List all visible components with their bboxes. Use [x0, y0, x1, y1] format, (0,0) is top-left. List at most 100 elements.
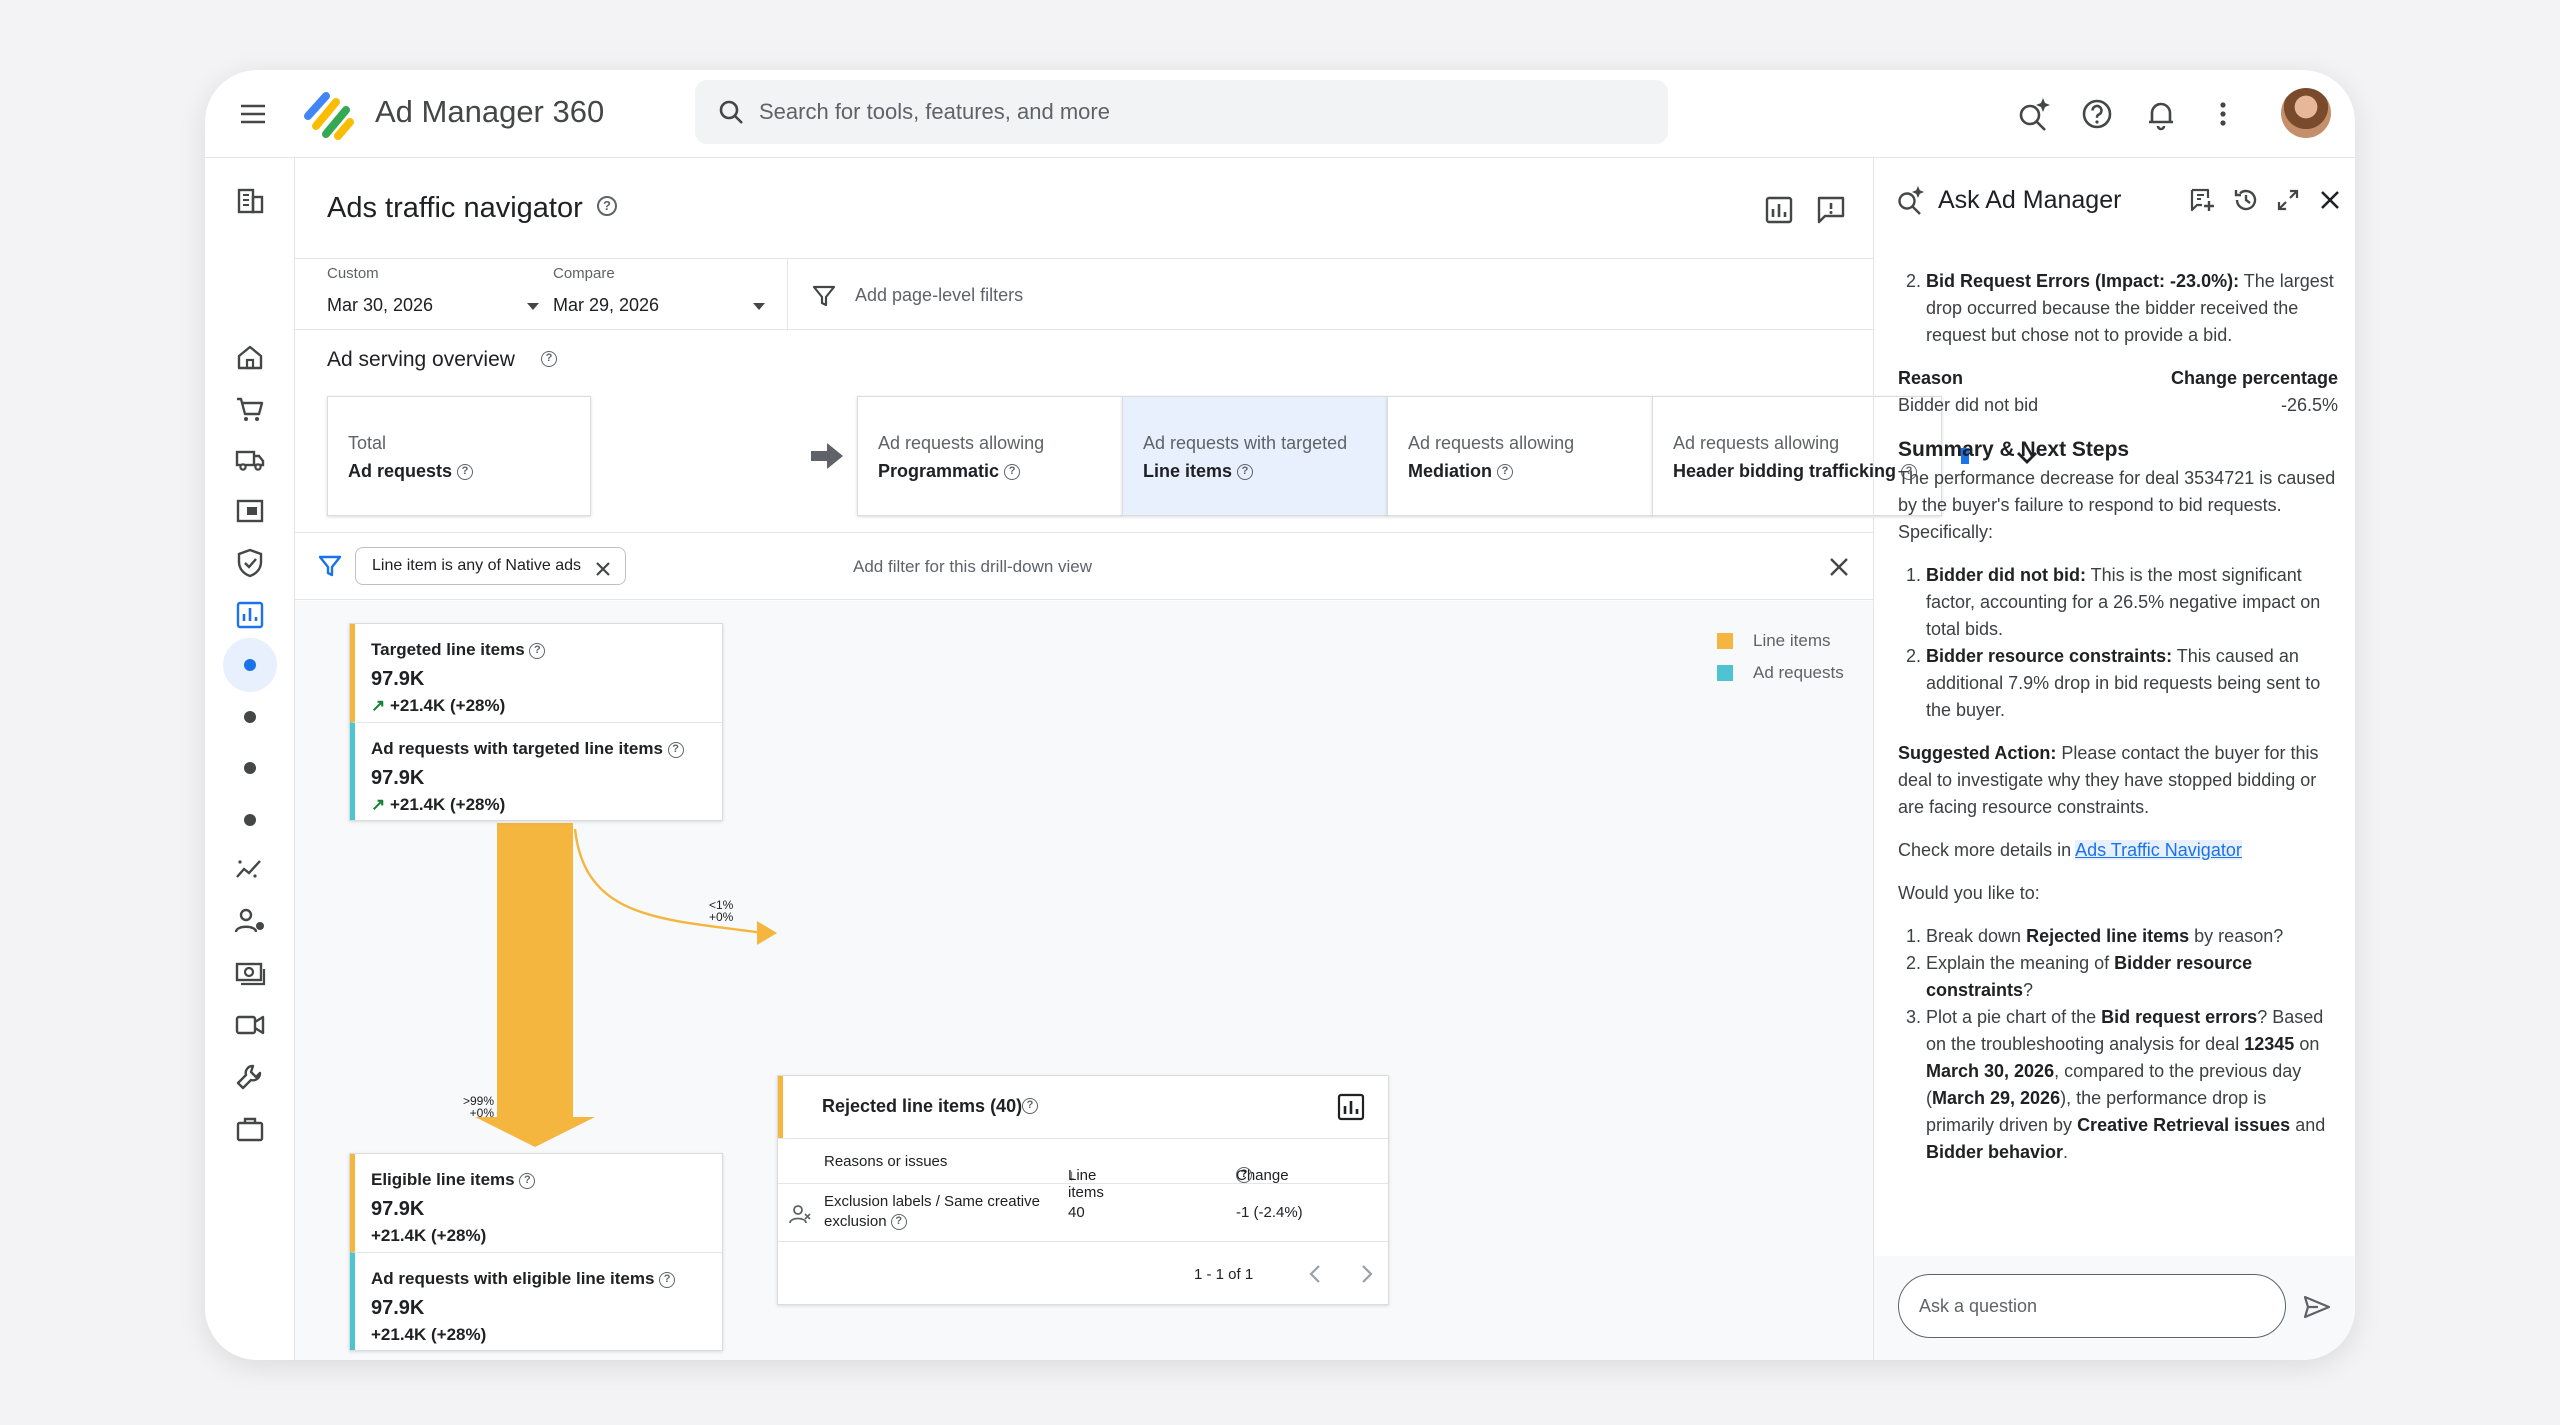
ask-question-input[interactable]: [1898, 1274, 2286, 1338]
more-vertical-icon[interactable]: [2203, 94, 2243, 134]
reason-cell: Exclusion labels / Same creative exclusi…: [824, 1193, 1040, 1231]
node-value: 97.9K: [371, 1198, 425, 1220]
prev-page-chevron-icon[interactable]: [1304, 1262, 1328, 1286]
remove-chip-close-icon[interactable]: [593, 557, 613, 577]
step-help-icon[interactable]: ?: [1004, 464, 1021, 481]
new-chat-icon[interactable]: [2188, 186, 2216, 214]
expand-fullscreen-icon[interactable]: [2274, 186, 2302, 214]
filter-funnel-icon[interactable]: [317, 553, 343, 579]
compare-date-label: Compare: [553, 265, 615, 282]
list-item: Bidder did not bid: This is the most sig…: [1926, 562, 2338, 643]
ask-ai-sparkle-icon[interactable]: [2013, 94, 2053, 134]
main-percentage-label: >99% +0%: [463, 1094, 495, 1120]
table-row[interactable]: Exclusion labels / Same creative exclusi…: [778, 1184, 1388, 1242]
node-help-icon[interactable]: ?: [667, 741, 684, 758]
page-help-icon[interactable]: ?: [597, 196, 617, 216]
briefcase-icon[interactable]: [233, 1112, 267, 1146]
step-targeted-line-items[interactable]: Ad requests with targeted Line items ?: [1122, 396, 1388, 516]
suggestion-item[interactable]: Plot a pie chart of the Bid request erro…: [1926, 1004, 2338, 1166]
custom-date-select[interactable]: Custom Mar 30, 2026: [327, 259, 547, 331]
nav-dot-ads-traffic-navigator[interactable]: [244, 659, 256, 671]
close-drill-down-icon[interactable]: [1827, 555, 1851, 579]
step-line2: Mediation ?: [1408, 461, 1514, 482]
search-input[interactable]: [759, 80, 1639, 144]
step-help-icon[interactable]: ?: [1497, 464, 1514, 481]
nav-dot-item[interactable]: [244, 762, 256, 774]
shopping-cart-icon[interactable]: [233, 392, 267, 426]
compare-date-select[interactable]: Compare Mar 29, 2026: [553, 259, 773, 331]
overview-help-icon[interactable]: ?: [541, 351, 557, 367]
user-avatar[interactable]: [2281, 88, 2331, 138]
next-page-chevron-icon[interactable]: [1354, 1262, 1378, 1286]
flow-legend: Line items Ad requests: [1717, 631, 1844, 695]
close-panel-icon[interactable]: [2316, 186, 2344, 214]
node-help-icon[interactable]: ?: [659, 1271, 676, 1288]
building-icon[interactable]: [233, 184, 267, 218]
reason-change-table: Reason Change percentage Bidder did not …: [1898, 365, 2338, 419]
step-line1: Ad requests allowing: [878, 433, 1045, 453]
node-delta: ↗ +21.4K (+28%): [371, 795, 506, 814]
step-mediation[interactable]: Ad requests allowing Mediation ?: [1387, 396, 1653, 516]
legend-swatch: [1717, 633, 1733, 649]
caret-down-icon: [527, 303, 539, 310]
targeted-line-items-row: Targeted line items ? 97.9K ↗ +21.4K (+2…: [350, 624, 722, 722]
filter-funnel-icon[interactable]: [811, 283, 837, 309]
ad-unit-icon[interactable]: [233, 494, 267, 528]
node-help-icon[interactable]: ?: [529, 642, 546, 659]
response-list-continued: Bid Request Errors (Impact: -23.0%): The…: [1898, 268, 2338, 349]
nav-dot-item[interactable]: [244, 814, 256, 826]
compare-date-value: Mar 29, 2026: [553, 295, 660, 315]
top-bar: Ad Manager 360: [205, 70, 2355, 158]
add-page-filters-button[interactable]: Add page-level filters: [855, 285, 1023, 306]
ads-traffic-navigator-link[interactable]: Ads Traffic Navigator: [2075, 840, 2242, 860]
flow-canvas: Line items Ad requests <1% +0% >99% +0% Ta…: [295, 601, 1873, 1360]
tools-wrench-icon[interactable]: [233, 1060, 267, 1094]
main-flow-band: [497, 823, 573, 1117]
reporting-chart-icon[interactable]: [233, 598, 267, 632]
check-details: Check more details in Ads Traffic Naviga…: [1898, 840, 2242, 860]
step-line2: Programmatic ?: [878, 461, 1021, 482]
protection-shield-icon[interactable]: [233, 546, 267, 580]
feedback-icon[interactable]: [1815, 194, 1847, 226]
search-bar[interactable]: [695, 80, 1668, 144]
bar-chart-icon[interactable]: [1336, 1092, 1366, 1122]
history-icon[interactable]: [2232, 186, 2260, 214]
send-icon[interactable]: [2302, 1292, 2332, 1322]
suggestions-list: Break down Rejected line items by reason…: [1898, 923, 2338, 1166]
caret-down-icon: [753, 303, 765, 310]
delivery-truck-icon[interactable]: [233, 442, 267, 476]
app-window: Ad Manager 360 Search for tools, feature…: [205, 70, 2355, 1360]
help-circle-icon[interactable]: [2077, 94, 2117, 134]
step-total-ad-requests[interactable]: Total Ad requests ?: [327, 396, 591, 516]
suggestion-item[interactable]: Break down Rejected line items by reason…: [1926, 923, 2338, 950]
chart-view-icon[interactable]: [1763, 194, 1795, 226]
step-programmatic[interactable]: Ad requests allowing Programmatic ?: [857, 396, 1123, 516]
nav-dot-item[interactable]: [244, 711, 256, 723]
step-help-icon[interactable]: ?: [1237, 464, 1254, 481]
targeted-line-items-node[interactable]: Targeted line items ? 97.9K ↗ +21.4K (+2…: [349, 623, 723, 821]
payments-money-icon[interactable]: [233, 956, 267, 990]
trending-analytics-icon[interactable]: [233, 852, 267, 886]
step-line1: Ad requests with targeted: [1143, 433, 1348, 453]
add-drill-filter-button[interactable]: Add filter for this drill-down view: [853, 557, 1092, 577]
node-name: Eligible line items ?: [371, 1170, 536, 1190]
change-help-icon[interactable]: ?: [1236, 1167, 1252, 1183]
rejected-help-icon[interactable]: ?: [1022, 1098, 1038, 1114]
eligible-requests-row: Ad requests with eligible line items ? 9…: [350, 1252, 722, 1350]
app-title: Ad Manager 360: [375, 94, 605, 129]
home-icon[interactable]: [233, 340, 267, 374]
ask-input-area: [1874, 1256, 2355, 1360]
notifications-bell-icon[interactable]: [2141, 94, 2181, 134]
node-value: 97.9K: [371, 767, 425, 789]
video-camera-icon[interactable]: [233, 1008, 267, 1042]
hamburger-menu-icon[interactable]: [235, 96, 271, 132]
suggestion-item[interactable]: Explain the meaning of Bidder resource c…: [1926, 950, 2338, 1004]
branch-flow-arrowhead: [757, 921, 777, 945]
audience-person-icon[interactable]: [233, 904, 267, 938]
step-help-icon[interactable]: ?: [457, 464, 474, 481]
divider: [787, 259, 788, 331]
eligible-line-items-node[interactable]: Eligible line items ? 97.9K +21.4K (+28%…: [349, 1153, 723, 1351]
node-help-icon[interactable]: ?: [519, 1172, 536, 1189]
reason-help-icon[interactable]: ?: [890, 1214, 907, 1231]
filter-chip-native-ads[interactable]: Line item is any of Native ads: [355, 547, 626, 585]
